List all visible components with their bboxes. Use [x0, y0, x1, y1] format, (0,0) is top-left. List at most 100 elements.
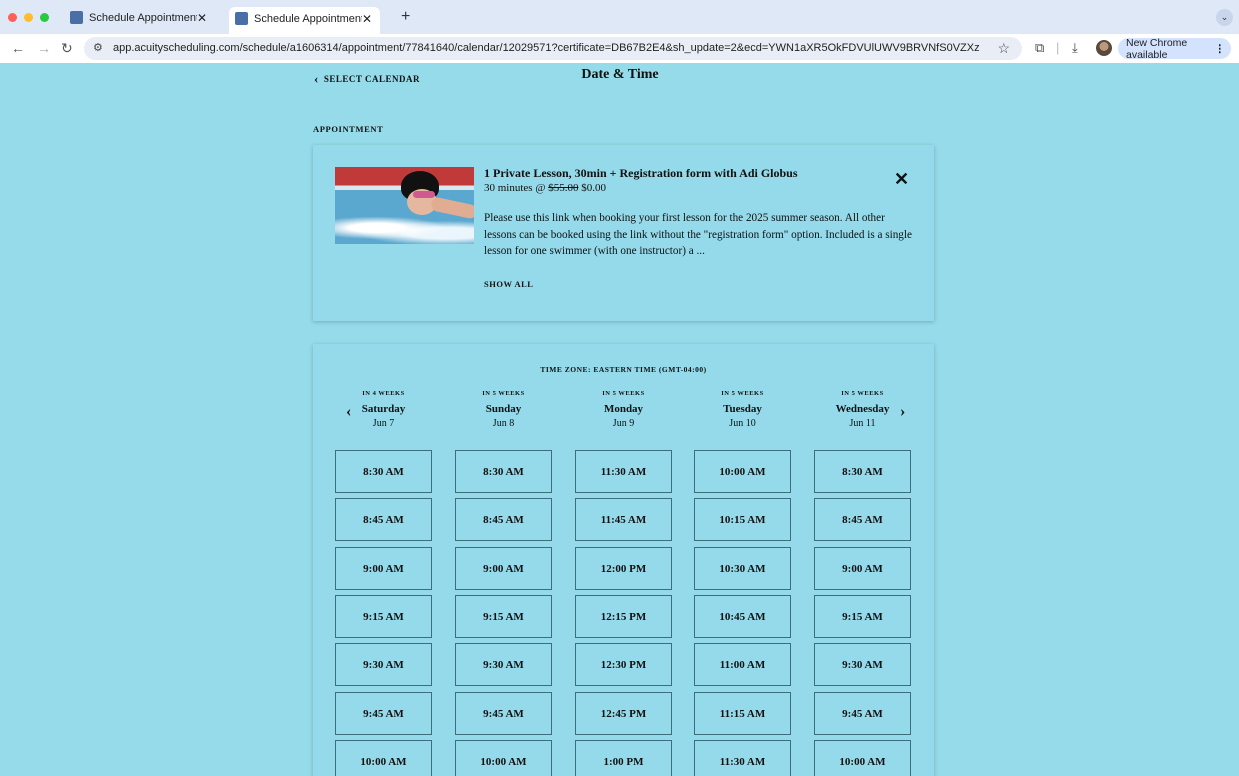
time-slot-button[interactable]: 8:45 AM	[335, 498, 432, 541]
time-slot-button[interactable]: 9:00 AM	[335, 547, 432, 590]
day-name: Saturday	[361, 403, 406, 415]
appointment-meta: 30 minutes @ $55.00 $0.00	[484, 182, 606, 194]
time-slot-button[interactable]: 8:30 AM	[814, 450, 911, 493]
time-slot-button[interactable]: 9:30 AM	[455, 643, 552, 686]
tab-title: Schedule Appointment with S	[254, 12, 362, 25]
tab-close-icon[interactable]: ✕	[362, 12, 372, 26]
browser-tab-1[interactable]: Schedule Appointment with S ✕	[64, 7, 215, 28]
page-title: Date & Time	[581, 67, 659, 82]
more-icon[interactable]: ⋮	[1215, 43, 1226, 55]
day-name: Tuesday	[723, 403, 762, 415]
site-info-icon[interactable]: ⚙	[93, 41, 103, 54]
back-icon[interactable]: ←	[11, 40, 25, 56]
time-slot-button[interactable]: 10:00 AM	[814, 740, 911, 776]
appointment-duration: 30 minutes @	[484, 182, 546, 194]
favicon-icon	[235, 12, 248, 25]
time-slot-button[interactable]: 11:30 AM	[575, 450, 672, 493]
day-date: Jun 9	[612, 418, 635, 429]
time-slot-button[interactable]: 10:15 AM	[694, 498, 791, 541]
time-slot-button[interactable]: 9:45 AM	[455, 692, 552, 735]
time-slot-button[interactable]: 8:45 AM	[814, 498, 911, 541]
time-slot-button[interactable]: 12:30 PM	[575, 643, 672, 686]
time-slot-button[interactable]: 9:15 AM	[335, 595, 432, 638]
show-all-link[interactable]: SHOW ALL	[484, 279, 533, 289]
appointment-card: 1 Private Lesson, 30min + Registration f…	[313, 145, 934, 321]
appointment-price: $0.00	[581, 182, 606, 194]
time-slot-button[interactable]: 9:45 AM	[335, 692, 432, 735]
update-label: New Chrome available	[1126, 36, 1188, 61]
time-slot-button[interactable]: 11:30 AM	[694, 740, 791, 776]
address-bar[interactable]: ⚙ app.acuityscheduling.com/schedule/a160…	[84, 37, 1022, 60]
time-slot-button[interactable]: 12:15 PM	[575, 595, 672, 638]
time-slot-button[interactable]: 10:00 AM	[694, 450, 791, 493]
day-date: Jun 7	[372, 418, 395, 429]
time-slot-button[interactable]: 8:30 AM	[455, 450, 552, 493]
reload-icon[interactable]: ↻	[61, 40, 73, 57]
time-slot-button[interactable]: 9:00 AM	[814, 547, 911, 590]
download-icon[interactable]: ⤓	[1072, 40, 1078, 56]
forward-icon[interactable]: →	[37, 40, 51, 56]
day-name: Wednesday	[835, 403, 890, 415]
weeks-away-label: IN 5 WEEKS	[602, 390, 645, 397]
window-minimize-button[interactable]	[24, 13, 33, 22]
time-slot-button[interactable]: 10:45 AM	[694, 595, 791, 638]
tab-search-icon[interactable]: ⌄	[1216, 9, 1233, 26]
time-slot-button[interactable]: 9:00 AM	[455, 547, 552, 590]
time-slot-button[interactable]: 8:30 AM	[335, 450, 432, 493]
time-slot-button[interactable]: 10:30 AM	[694, 547, 791, 590]
new-tab-icon[interactable]: +	[401, 8, 410, 26]
appointment-title: 1 Private Lesson, 30min + Registration f…	[484, 166, 798, 180]
time-slot-button[interactable]: 10:00 AM	[455, 740, 552, 776]
browser-tab-2[interactable]: Schedule Appointment with S ✕	[229, 7, 380, 34]
time-slot-button[interactable]: 12:00 PM	[575, 547, 672, 590]
time-slot-button[interactable]: 11:45 AM	[575, 498, 672, 541]
favicon-icon	[70, 11, 83, 24]
day-date: Jun 8	[492, 418, 515, 429]
timezone-label: TIME ZONE: EASTERN TIME (GMT-04:00)	[540, 365, 707, 374]
weeks-away-label: IN 5 WEEKS	[841, 390, 884, 397]
day-date: Jun 11	[849, 418, 876, 429]
day-header-sunday: IN 5 WEEKS Sunday Jun 8	[455, 390, 552, 429]
window-close-button[interactable]	[8, 13, 17, 22]
day-header-wednesday: IN 5 WEEKS Wednesday Jun 11	[814, 390, 911, 429]
time-slot-button[interactable]: 12:45 PM	[575, 692, 672, 735]
appointment-section-label: APPOINTMENT	[313, 124, 384, 134]
browser-toolbar: ← → ↻ ⚙ app.acuityscheduling.com/schedul…	[0, 34, 1239, 63]
chrome-update-button[interactable]: New Chrome available ⋮	[1118, 36, 1231, 61]
close-icon[interactable]: ✕	[894, 170, 909, 188]
weeks-away-label: IN 4 WEEKS	[362, 390, 405, 397]
select-calendar-link[interactable]: ‹ SELECT CALENDAR	[314, 71, 420, 87]
time-slot-button[interactable]: 9:45 AM	[814, 692, 911, 735]
chevron-left-icon: ‹	[314, 71, 319, 86]
star-icon[interactable]: ☆	[997, 40, 1010, 57]
toolbar-divider: |	[1056, 40, 1060, 55]
time-slot-button[interactable]: 10:00 AM	[335, 740, 432, 776]
time-slot-button[interactable]: 8:45 AM	[455, 498, 552, 541]
time-slot-button[interactable]: 9:15 AM	[455, 595, 552, 638]
extensions-icon[interactable]: ⧉	[1035, 40, 1044, 56]
day-header-tuesday: IN 5 WEEKS Tuesday Jun 10	[694, 390, 791, 429]
url-text[interactable]: app.acuityscheduling.com/schedule/a16063…	[113, 42, 979, 54]
calendar-card: TIME ZONE: EASTERN TIME (GMT-04:00) ‹ › …	[313, 344, 934, 776]
weeks-away-label: IN 5 WEEKS	[721, 390, 764, 397]
tab-title: Schedule Appointment with S	[89, 11, 197, 24]
appointment-photo	[335, 167, 474, 244]
original-price: $55.00	[548, 182, 579, 194]
tab-strip: Schedule Appointment with S ✕ Schedule A…	[0, 0, 1239, 34]
window-zoom-button[interactable]	[40, 13, 49, 22]
time-slot-button[interactable]: 9:30 AM	[814, 643, 911, 686]
tab-close-icon[interactable]: ✕	[197, 11, 207, 25]
back-label: SELECT CALENDAR	[323, 74, 420, 84]
day-name: Monday	[603, 403, 644, 415]
day-header-saturday: IN 4 WEEKS Saturday Jun 7	[335, 390, 432, 429]
time-slot-button[interactable]: 11:00 AM	[694, 643, 791, 686]
time-slot-button[interactable]: 11:15 AM	[694, 692, 791, 735]
day-header-monday: IN 5 WEEKS Monday Jun 9	[575, 390, 672, 429]
day-date: Jun 10	[729, 418, 756, 429]
appointment-description: Please use this link when booking your f…	[484, 212, 912, 257]
profile-avatar[interactable]	[1096, 40, 1112, 56]
weeks-away-label: IN 5 WEEKS	[482, 390, 525, 397]
time-slot-button[interactable]: 9:15 AM	[814, 595, 911, 638]
time-slot-button[interactable]: 1:00 PM	[575, 740, 672, 776]
time-slot-button[interactable]: 9:30 AM	[335, 643, 432, 686]
